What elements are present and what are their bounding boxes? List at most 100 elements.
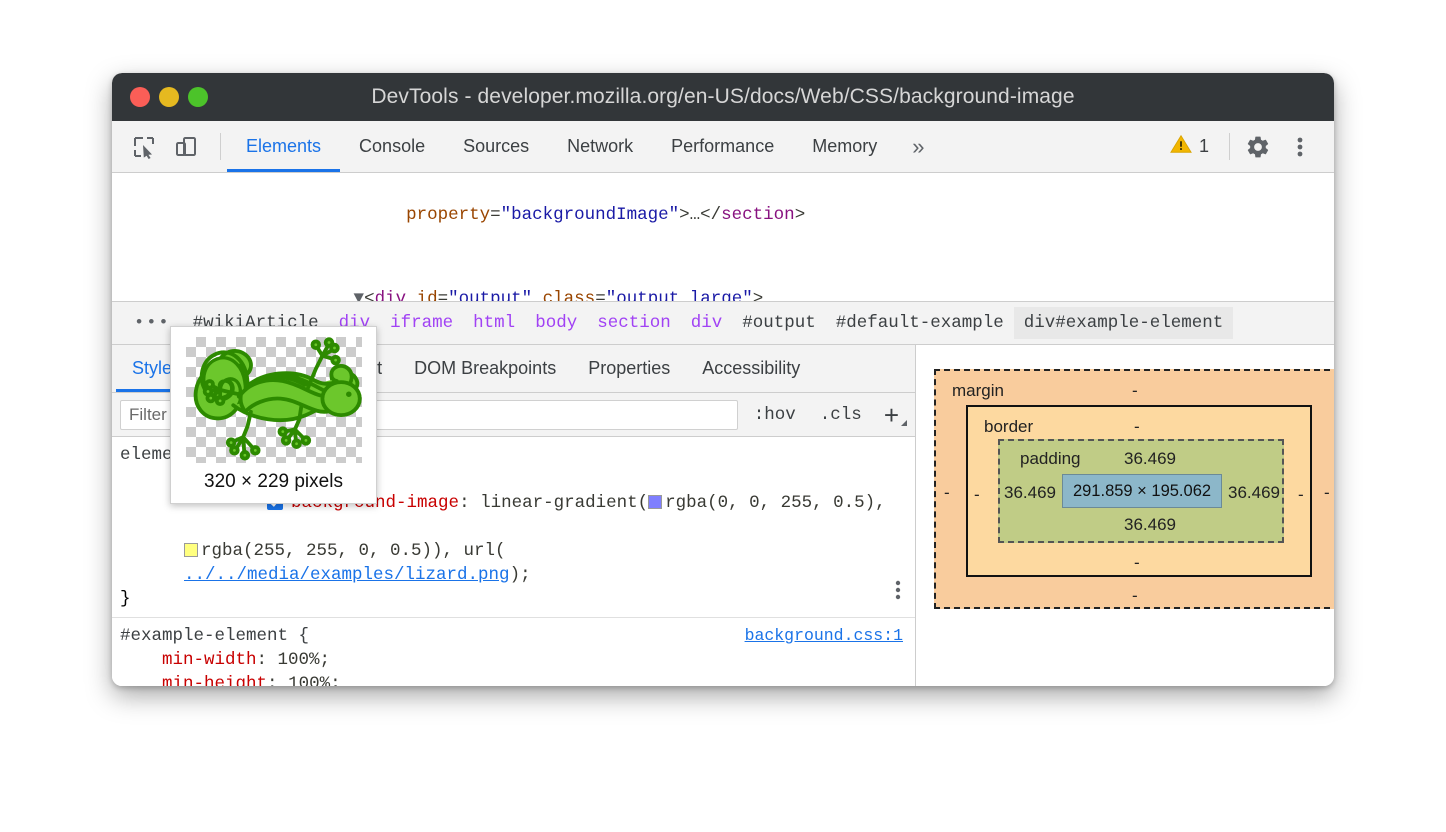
css-value-part-4: ); bbox=[510, 565, 531, 585]
border-bottom[interactable]: - bbox=[1134, 553, 1140, 573]
more-tabs-icon[interactable]: » bbox=[896, 121, 940, 172]
padding-label: padding bbox=[1020, 449, 1081, 469]
box-model-content[interactable]: 291.859 × 195.062 bbox=[1062, 474, 1222, 508]
margin-bottom[interactable]: - bbox=[1132, 586, 1138, 606]
expand-twisty-icon[interactable]: ▼ bbox=[354, 289, 365, 301]
border-label: border bbox=[984, 417, 1033, 437]
subtab-properties-label: Properties bbox=[588, 358, 670, 379]
hov-toggle-button[interactable]: :hov bbox=[746, 405, 804, 425]
box-model-border[interactable]: border - - - - padding 36.469 36.469 36.… bbox=[966, 405, 1312, 577]
tab-elements[interactable]: Elements bbox=[227, 121, 340, 172]
breadcrumb-item-example-element[interactable]: div#example-element bbox=[1014, 307, 1234, 339]
lizard-png-link[interactable]: ../../media/examples/lizard.png bbox=[184, 565, 510, 585]
new-style-rule-label: + bbox=[884, 400, 899, 430]
css-value-part-3[interactable]: rgba(255, 255, 0, 0.5)), url( bbox=[201, 541, 506, 561]
padding-top[interactable]: 36.469 bbox=[1124, 449, 1176, 469]
css-declaration-min-height[interactable]: min-height: 100%; bbox=[112, 672, 915, 686]
css-property-min-height[interactable]: min-height bbox=[162, 674, 267, 686]
tab-memory[interactable]: Memory bbox=[793, 121, 896, 172]
screenshot-stage: DevTools - developer.mozilla.org/en-US/d… bbox=[0, 0, 1446, 832]
toolbar-divider-2 bbox=[1229, 133, 1230, 160]
warning-count: 1 bbox=[1199, 136, 1209, 157]
box-model-diagram: margin - - - - border - - - - paddin bbox=[934, 369, 1334, 609]
padding-left[interactable]: 36.469 bbox=[1004, 483, 1056, 503]
tab-elements-label: Elements bbox=[246, 136, 321, 157]
window-title: DevTools - developer.mozilla.org/en-US/d… bbox=[112, 85, 1334, 109]
tab-sources[interactable]: Sources bbox=[444, 121, 548, 172]
window-titlebar: DevTools - developer.mozilla.org/en-US/d… bbox=[112, 73, 1334, 121]
box-model-padding[interactable]: padding 36.469 36.469 36.469 36.469 291.… bbox=[998, 439, 1284, 543]
margin-top[interactable]: - bbox=[1132, 381, 1138, 401]
margin-right[interactable]: - bbox=[1324, 483, 1330, 503]
box-model-pane: margin - - - - border - - - - paddin bbox=[916, 345, 1334, 686]
kebab-menu-icon[interactable] bbox=[1280, 127, 1320, 167]
breadcrumb-item-section[interactable]: section bbox=[587, 307, 681, 339]
cls-toggle-button[interactable]: .cls bbox=[812, 405, 870, 425]
css-rule-example-element[interactable]: #example-element { background.css:1 min-… bbox=[112, 617, 915, 686]
tab-console-label: Console bbox=[359, 136, 425, 157]
minimize-window-button[interactable] bbox=[159, 87, 179, 107]
more-tabs-label: » bbox=[912, 134, 924, 160]
border-right[interactable]: - bbox=[1298, 485, 1304, 505]
color-swatch-yellow[interactable] bbox=[184, 543, 198, 557]
tab-sources-label: Sources bbox=[463, 136, 529, 157]
device-toolbar-icon[interactable] bbox=[168, 129, 204, 165]
zoom-window-button[interactable] bbox=[188, 87, 208, 107]
css-rule-selector-row-2: #example-element { background.css:1 bbox=[112, 624, 915, 648]
traffic-lights bbox=[112, 87, 208, 107]
subtab-properties[interactable]: Properties bbox=[572, 345, 686, 392]
border-left[interactable]: - bbox=[974, 485, 980, 505]
lizard-gecko-image bbox=[186, 337, 362, 463]
css-selector-2[interactable]: #example-element { bbox=[120, 624, 309, 648]
color-swatch-blue[interactable] bbox=[648, 495, 662, 509]
subtab-dom-breakpoints[interactable]: DOM Breakpoints bbox=[398, 345, 572, 392]
dom-tree[interactable]: property="backgroundImage">…</section> ▼… bbox=[112, 173, 1334, 301]
css-value-min-width[interactable]: 100%; bbox=[278, 650, 331, 670]
toolbar-divider bbox=[220, 133, 221, 160]
new-style-rule-button[interactable]: + bbox=[878, 402, 909, 428]
stylesheet-source-link[interactable]: background.css:1 bbox=[745, 624, 915, 648]
dom-row[interactable]: ▼<div id="output" class="output large"> bbox=[112, 257, 1334, 301]
breadcrumb-item-div-2[interactable]: div bbox=[681, 307, 733, 339]
devtools-toolbar: Elements Console Sources Network Perform… bbox=[112, 121, 1334, 173]
subtab-accessibility-label: Accessibility bbox=[702, 358, 800, 379]
box-model-margin[interactable]: margin - - - - border - - - - paddin bbox=[934, 369, 1334, 609]
image-dimensions-caption: 320 × 229 pixels bbox=[204, 471, 343, 493]
breadcrumb-item-output[interactable]: #output bbox=[732, 307, 826, 339]
tab-network[interactable]: Network bbox=[548, 121, 652, 172]
breadcrumb-item-iframe[interactable]: iframe bbox=[380, 307, 463, 339]
breadcrumb-item-body[interactable]: body bbox=[525, 307, 587, 339]
toolbar-left-icons bbox=[112, 121, 214, 172]
tab-performance[interactable]: Performance bbox=[652, 121, 793, 172]
warning-triangle-icon bbox=[1170, 133, 1192, 160]
inspect-element-icon[interactable] bbox=[126, 129, 162, 165]
css-declaration-min-width[interactable]: min-width: 100%; bbox=[112, 648, 915, 672]
image-preview-tooltip: 320 × 229 pixels bbox=[170, 326, 377, 504]
css-value-part-1[interactable]: linear-gradient( bbox=[480, 493, 648, 513]
border-top[interactable]: - bbox=[1134, 417, 1140, 437]
tab-memory-label: Memory bbox=[812, 136, 877, 157]
tab-console[interactable]: Console bbox=[340, 121, 444, 172]
css-declaration-line-3[interactable]: ../../media/examples/lizard.png); bbox=[112, 563, 915, 587]
css-value-part-2[interactable]: rgba(0, 0, 255, 0.5), bbox=[665, 493, 886, 513]
warning-indicator[interactable]: 1 bbox=[1158, 133, 1221, 160]
subtab-accessibility[interactable]: Accessibility bbox=[686, 345, 816, 392]
css-declaration-line-2[interactable]: rgba(255, 255, 0, 0.5)), url( bbox=[112, 539, 915, 563]
breadcrumb-item-default-example[interactable]: #default-example bbox=[826, 307, 1014, 339]
padding-bottom[interactable]: 36.469 bbox=[1124, 515, 1176, 535]
css-property-min-width[interactable]: min-width bbox=[162, 650, 257, 670]
margin-label: margin bbox=[952, 381, 1004, 401]
tab-network-label: Network bbox=[567, 136, 633, 157]
breadcrumb-item-html[interactable]: html bbox=[463, 307, 525, 339]
panel-tabs: Elements Console Sources Network Perform… bbox=[227, 121, 940, 172]
dom-row[interactable]: property="backgroundImage">…</section> bbox=[112, 173, 1334, 257]
dropdown-corner-icon bbox=[901, 420, 907, 426]
subtab-dom-breakpoints-label: DOM Breakpoints bbox=[414, 358, 556, 379]
css-value-min-height[interactable]: 100%; bbox=[288, 674, 341, 686]
gear-icon[interactable] bbox=[1238, 127, 1278, 167]
rule-kebab-menu-icon[interactable] bbox=[895, 579, 901, 609]
css-rule-closing-brace: } bbox=[112, 587, 915, 611]
close-window-button[interactable] bbox=[130, 87, 150, 107]
margin-left[interactable]: - bbox=[944, 483, 950, 503]
padding-right[interactable]: 36.469 bbox=[1228, 483, 1280, 503]
